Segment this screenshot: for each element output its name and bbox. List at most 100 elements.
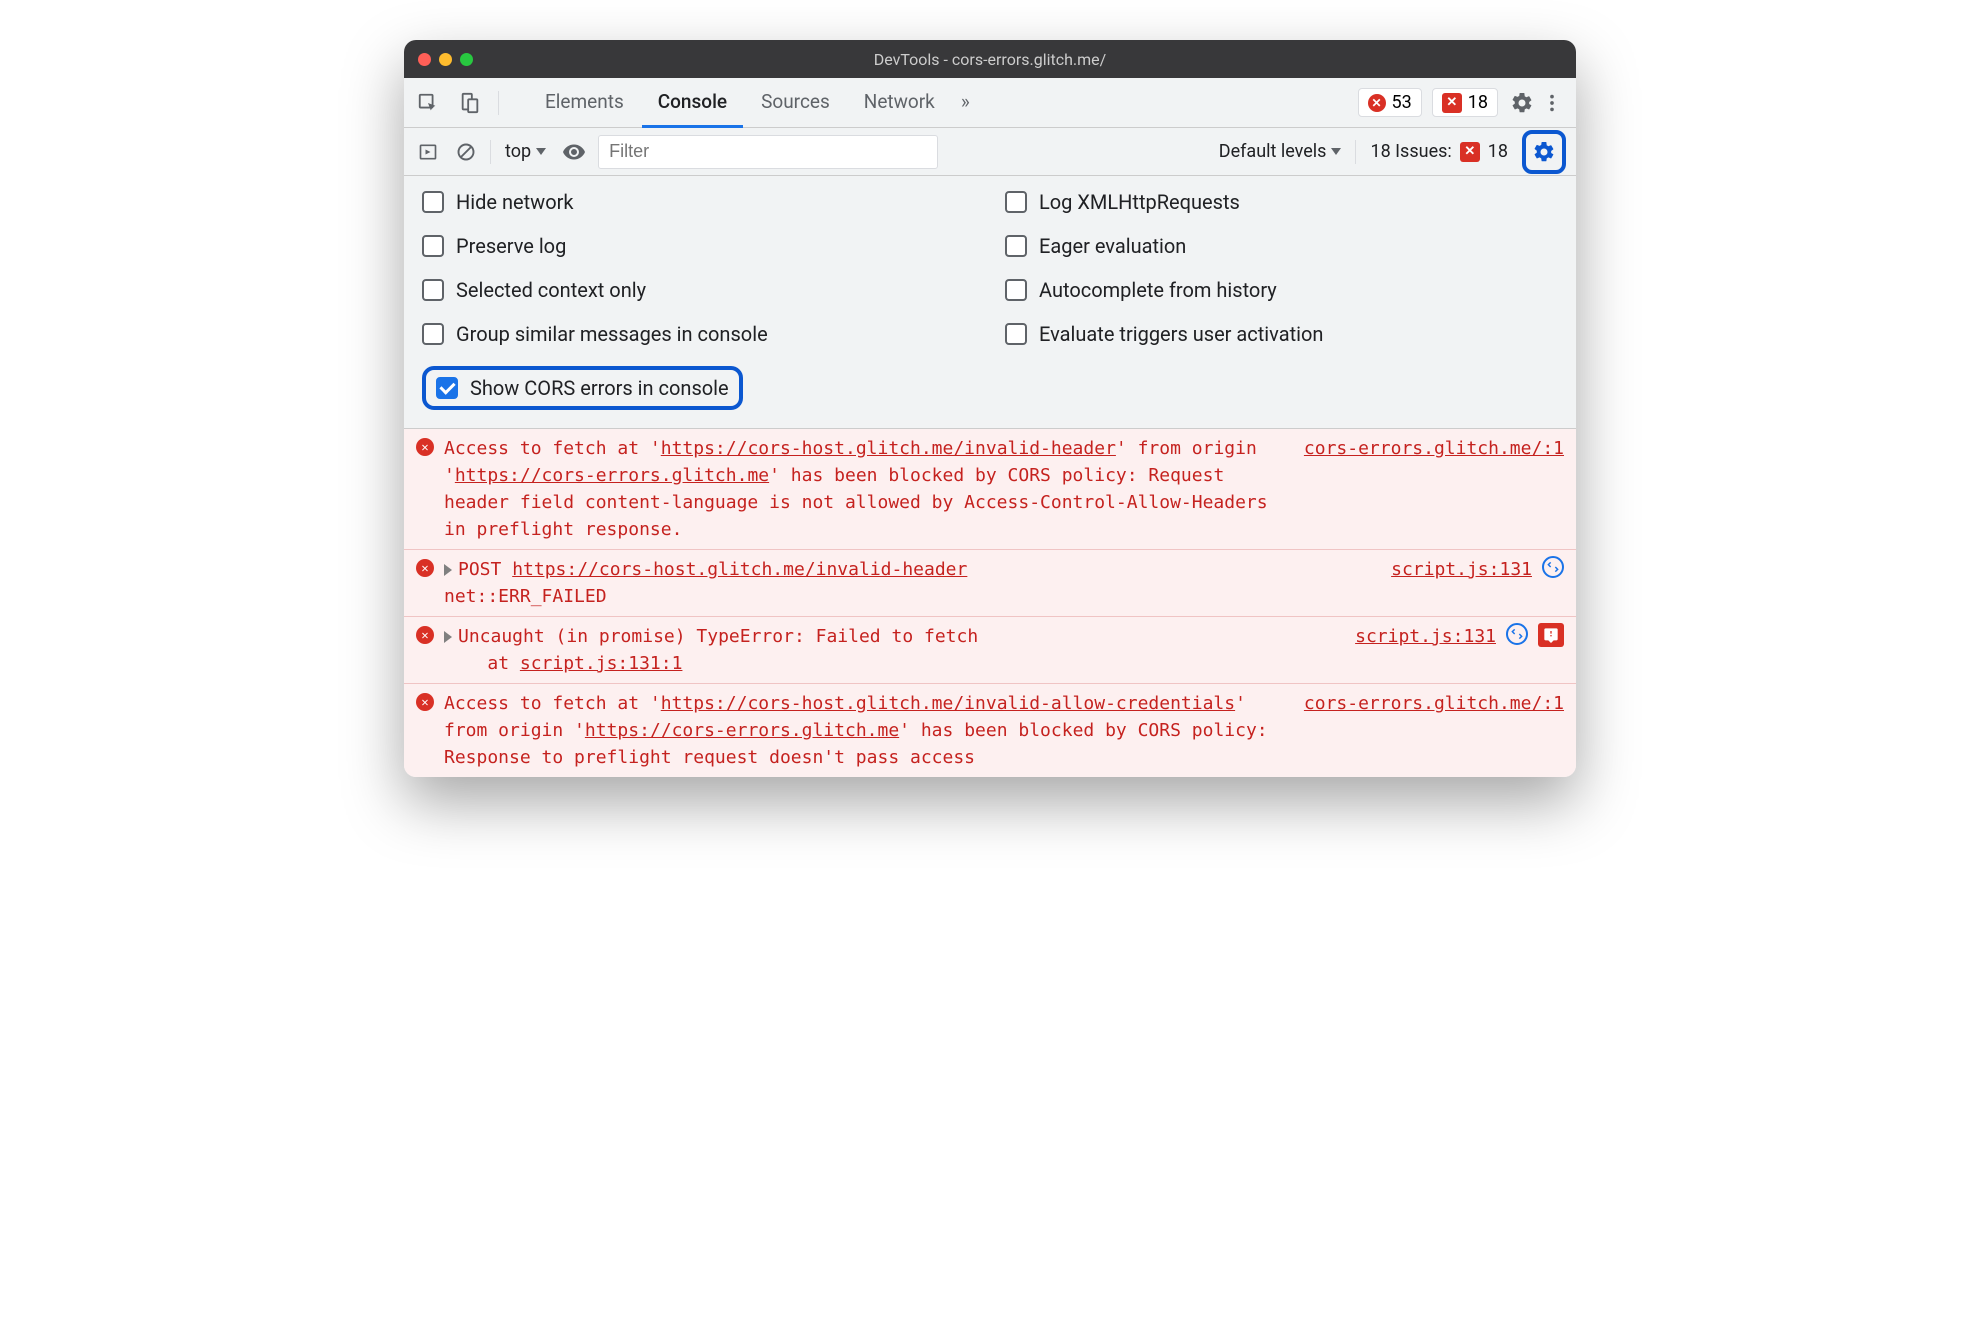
console-settings-panel: Hide network Log XMLHttpRequests Preserv…	[404, 176, 1576, 429]
context-label: top	[505, 141, 531, 162]
settings-icon[interactable]	[1508, 89, 1536, 117]
maximize-window-button[interactable]	[460, 53, 473, 66]
kebab-menu-icon[interactable]	[1538, 89, 1566, 117]
checkbox-checked-icon	[436, 377, 458, 399]
log-message: Access to fetch at 'https://cors-host.gl…	[444, 435, 1294, 543]
error-count-badge[interactable]: ✕ 53	[1358, 88, 1422, 117]
checkbox-icon	[1005, 279, 1027, 301]
error-icon: ✕	[416, 693, 434, 711]
issues-count: 18	[1468, 92, 1488, 113]
log-trace-link[interactable]: script.js:131:1	[520, 653, 683, 674]
checkbox-icon	[422, 191, 444, 213]
checkbox-label: Preserve log	[456, 234, 566, 258]
checkbox-preserve-log[interactable]: Preserve log	[422, 234, 975, 258]
checkbox-label: Log XMLHttpRequests	[1039, 190, 1240, 214]
log-entry-error[interactable]: ✕ Access to fetch at 'https://cors-host.…	[404, 684, 1576, 777]
checkbox-log-xhr[interactable]: Log XMLHttpRequests	[1005, 190, 1558, 214]
tab-label: Sources	[761, 90, 830, 113]
log-entry-error[interactable]: ✕ Access to fetch at 'https://cors-host.…	[404, 429, 1576, 550]
traffic-lights	[418, 53, 473, 66]
toggle-sidebar-icon[interactable]	[414, 138, 442, 166]
checkbox-autocomplete-history[interactable]: Autocomplete from history	[1005, 278, 1558, 302]
checkbox-hide-network[interactable]: Hide network	[422, 190, 975, 214]
tab-network[interactable]: Network	[848, 78, 951, 128]
log-entry-exception[interactable]: ✕ Uncaught (in promise) TypeError: Faile…	[404, 617, 1576, 684]
checkbox-icon	[1005, 191, 1027, 213]
chevron-double-right-icon: »	[961, 90, 970, 113]
error-count: 53	[1392, 92, 1412, 113]
log-source-link[interactable]: cors-errors.glitch.me/:1	[1304, 690, 1564, 771]
log-url[interactable]: https://cors-errors.glitch.me	[455, 465, 769, 486]
issues-label: 18 Issues:	[1370, 141, 1451, 162]
log-source-link[interactable]: script.js:131	[1391, 556, 1532, 610]
issues-dropdown[interactable]: 18 Issues: ✕ 18	[1366, 141, 1512, 162]
issues-count: 18	[1488, 141, 1508, 162]
log-source-link[interactable]: cors-errors.glitch.me/:1	[1304, 435, 1564, 543]
issues-count-badge[interactable]: ✕ 18	[1432, 88, 1498, 117]
error-icon: ✕	[1368, 94, 1386, 112]
disclosure-triangle-icon[interactable]	[444, 631, 452, 643]
checkbox-label: Evaluate triggers user activation	[1039, 322, 1323, 346]
live-expression-icon[interactable]	[560, 138, 588, 166]
tab-elements[interactable]: Elements	[529, 78, 640, 128]
log-message: Uncaught (in promise) TypeError: Failed …	[444, 623, 1345, 677]
console-log-area: ✕ Access to fetch at 'https://cors-host.…	[404, 429, 1576, 777]
log-url[interactable]: https://cors-host.glitch.me/invalid-head…	[661, 438, 1116, 459]
console-settings-icon[interactable]	[1530, 138, 1558, 166]
window-title: DevTools - cors-errors.glitch.me/	[874, 50, 1106, 69]
log-message: POST https://cors-host.glitch.me/invalid…	[444, 556, 1381, 610]
tab-label: Network	[864, 90, 935, 113]
checkbox-eval-triggers[interactable]: Evaluate triggers user activation	[1005, 322, 1558, 346]
separator	[498, 91, 499, 115]
clear-console-icon[interactable]	[452, 138, 480, 166]
checkbox-label: Eager evaluation	[1039, 234, 1186, 258]
titlebar: DevTools - cors-errors.glitch.me/	[404, 40, 1576, 78]
issue-icon: ✕	[1442, 93, 1462, 113]
checkbox-icon	[422, 235, 444, 257]
network-request-icon[interactable]	[1506, 623, 1528, 645]
devtools-window: DevTools - cors-errors.glitch.me/ Elemen…	[404, 40, 1576, 777]
checkbox-label: Autocomplete from history	[1039, 278, 1277, 302]
caret-down-icon	[1331, 148, 1341, 155]
checkbox-label: Hide network	[456, 190, 574, 214]
tab-label: Console	[658, 90, 727, 113]
checkbox-icon	[422, 323, 444, 345]
issue-icon: ✕	[1460, 142, 1480, 162]
disclosure-triangle-icon[interactable]	[444, 564, 452, 576]
log-message: Access to fetch at 'https://cors-host.gl…	[444, 690, 1294, 771]
log-entry-network-error[interactable]: ✕ POST https://cors-host.glitch.me/inval…	[404, 550, 1576, 617]
error-icon: ✕	[416, 438, 434, 456]
issue-indicator-icon[interactable]	[1538, 623, 1564, 647]
log-source-link[interactable]: script.js:131	[1355, 623, 1496, 677]
log-url[interactable]: https://cors-host.glitch.me/invalid-allo…	[661, 693, 1235, 714]
tab-sources[interactable]: Sources	[745, 78, 846, 128]
context-dropdown[interactable]: top	[501, 141, 550, 162]
caret-down-icon	[536, 148, 546, 155]
levels-label: Default levels	[1219, 141, 1327, 162]
tab-label: Elements	[545, 90, 624, 113]
checkbox-eager-eval[interactable]: Eager evaluation	[1005, 234, 1558, 258]
log-url[interactable]: https://cors-errors.glitch.me	[585, 720, 899, 741]
separator	[1355, 140, 1356, 164]
log-levels-dropdown[interactable]: Default levels	[1215, 141, 1346, 162]
checkbox-selected-context[interactable]: Selected context only	[422, 278, 975, 302]
device-toolbar-icon[interactable]	[456, 89, 484, 117]
error-icon: ✕	[416, 626, 434, 644]
checkbox-show-cors-highlight: Show CORS errors in console	[422, 366, 743, 410]
checkbox-label: Group similar messages in console	[456, 322, 768, 346]
checkbox-group-similar[interactable]: Group similar messages in console	[422, 322, 975, 346]
minimize-window-button[interactable]	[439, 53, 452, 66]
more-tabs-button[interactable]: »	[953, 78, 978, 128]
console-settings-highlight	[1522, 130, 1566, 174]
filter-input[interactable]	[598, 135, 938, 169]
tab-console[interactable]: Console	[642, 78, 743, 128]
checkbox-icon	[422, 279, 444, 301]
checkbox-label: Selected context only	[456, 278, 646, 302]
log-url[interactable]: https://cors-host.glitch.me/invalid-head…	[512, 559, 967, 580]
close-window-button[interactable]	[418, 53, 431, 66]
checkbox-icon	[1005, 235, 1027, 257]
console-toolbar: top Default levels 18 Issues: ✕ 18	[404, 128, 1576, 176]
inspect-element-icon[interactable]	[414, 89, 442, 117]
checkbox-show-cors[interactable]: Show CORS errors in console	[436, 376, 729, 400]
network-request-icon[interactable]	[1542, 556, 1564, 578]
